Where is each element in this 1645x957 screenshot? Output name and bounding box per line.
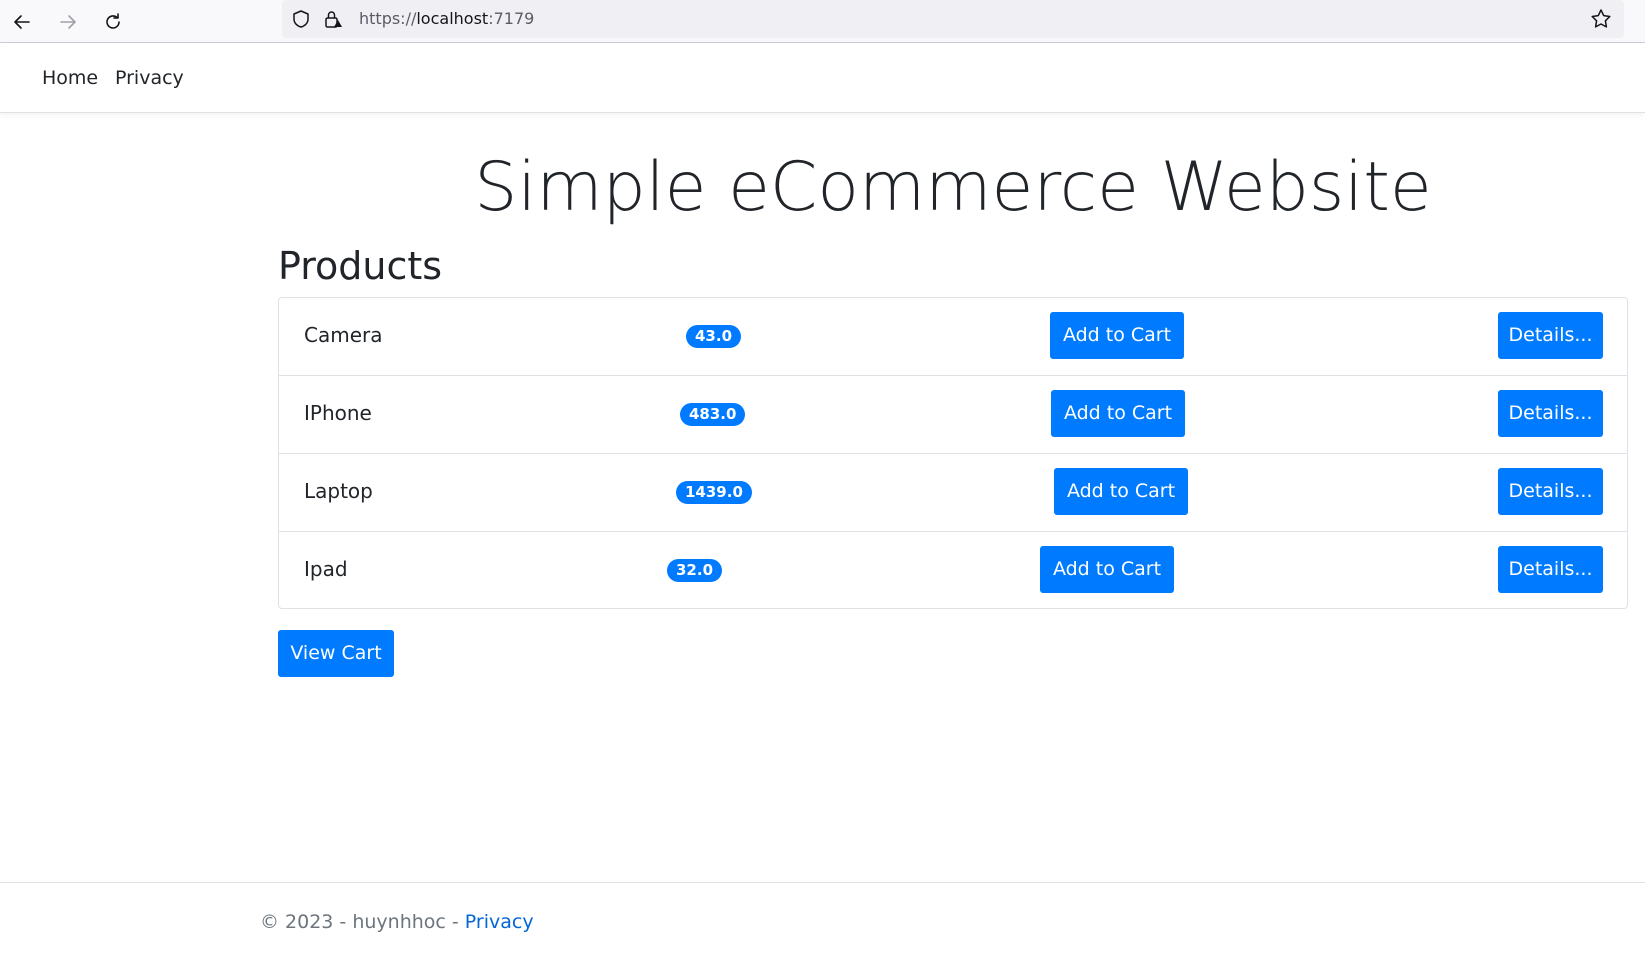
product-name: IPhone: [304, 401, 372, 425]
back-button[interactable]: [6, 6, 38, 38]
details-button[interactable]: Details...: [1498, 468, 1603, 515]
browser-toolbar: https://localhost:7179: [0, 0, 1645, 43]
product-row: Camera 43.0 Add to Cart Details...: [279, 298, 1627, 376]
nav-link-home[interactable]: Home: [42, 67, 98, 89]
details-button[interactable]: Details...: [1498, 312, 1603, 359]
product-list: Camera 43.0 Add to Cart Details... IPhon…: [278, 297, 1628, 609]
site-navbar: Home Privacy: [0, 43, 1645, 113]
copyright-text: © 2023 - huynhhoc -: [260, 911, 465, 933]
price-badge: 483.0: [680, 403, 746, 426]
footer-privacy-link[interactable]: Privacy: [465, 911, 534, 933]
footer-text: © 2023 - huynhhoc - Privacy: [260, 911, 534, 933]
bookmark-star-icon[interactable]: [1589, 7, 1613, 31]
url-host: localhost: [416, 9, 489, 28]
product-row: IPhone 483.0 Add to Cart Details...: [279, 376, 1627, 454]
forward-button[interactable]: [52, 6, 84, 38]
products-heading: Products: [278, 244, 443, 288]
price-badge: 43.0: [686, 325, 742, 348]
product-name: Ipad: [304, 557, 348, 581]
add-to-cart-button[interactable]: Add to Cart: [1051, 390, 1185, 437]
lock-warning-icon[interactable]: [323, 9, 343, 29]
details-button[interactable]: Details...: [1498, 546, 1603, 593]
url-text: https://localhost:7179: [359, 9, 534, 28]
price-badge: 1439.0: [676, 481, 752, 504]
nav-link-privacy[interactable]: Privacy: [115, 67, 184, 89]
address-bar[interactable]: https://localhost:7179: [282, 0, 1624, 38]
add-to-cart-button[interactable]: Add to Cart: [1040, 546, 1174, 593]
product-name: Camera: [304, 323, 383, 347]
product-row: Laptop 1439.0 Add to Cart Details...: [279, 454, 1627, 532]
product-name: Laptop: [304, 479, 373, 503]
arrow-left-icon: [14, 15, 30, 29]
reload-button[interactable]: [97, 6, 129, 38]
arrow-right-icon: [60, 15, 76, 29]
page-title: Simple eCommerce Website: [474, 148, 1432, 227]
product-row: Ipad 32.0 Add to Cart Details...: [279, 532, 1627, 610]
details-button[interactable]: Details...: [1498, 390, 1603, 437]
view-cart-button[interactable]: View Cart: [278, 630, 394, 677]
add-to-cart-button[interactable]: Add to Cart: [1054, 468, 1188, 515]
add-to-cart-button[interactable]: Add to Cart: [1050, 312, 1184, 359]
url-port: :7179: [488, 9, 535, 28]
reload-icon: [106, 13, 120, 29]
price-badge: 32.0: [667, 559, 723, 582]
footer: © 2023 - huynhhoc - Privacy: [0, 882, 1645, 957]
shield-icon: [293, 10, 309, 28]
url-scheme: https://: [359, 9, 417, 28]
